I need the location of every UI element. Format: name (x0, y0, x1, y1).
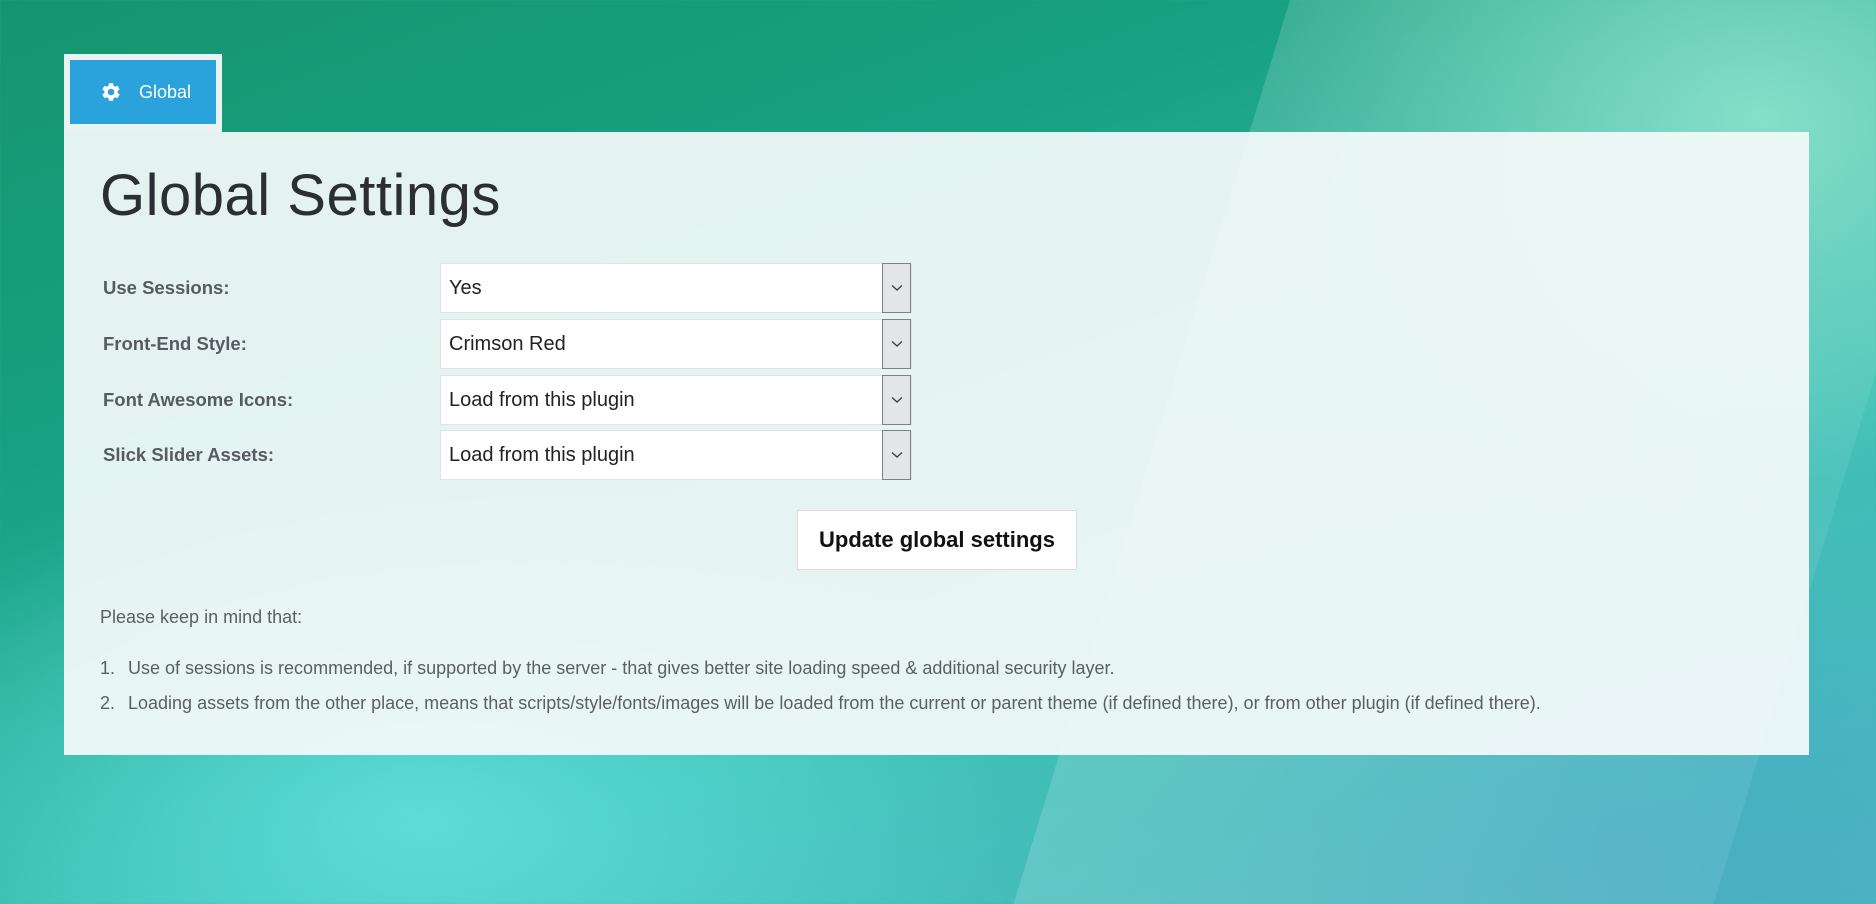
font-awesome-icons-label: Font Awesome Icons: (103, 389, 294, 410)
gear-icon (102, 83, 120, 101)
use-sessions-select[interactable]: Yes (440, 263, 912, 313)
list-item: 2. Loading assets from the other place, … (100, 686, 1541, 721)
front-end-style-row: Front-End Style: Crimson Red (103, 319, 912, 369)
slick-slider-assets-row: Slick Slider Assets: Load from this plug… (103, 430, 912, 480)
tab-global-label: Global (139, 81, 192, 102)
notes-list: 1. Use of sessions is recommended, if su… (100, 651, 1541, 721)
settings-panel: Global Settings Use Sessions: Yes Front-… (64, 132, 1809, 755)
note-intro: Please keep in mind that: (100, 607, 303, 627)
page-title: Global Settings (100, 163, 501, 228)
font-awesome-icons-select[interactable]: Load from this plugin (440, 375, 912, 425)
slick-slider-assets-value: Load from this plugin (449, 443, 635, 466)
chevron-down-icon[interactable] (882, 430, 911, 480)
chevron-down-icon[interactable] (882, 375, 911, 425)
chevron-down-icon[interactable] (882, 319, 911, 369)
list-item: 1. Use of sessions is recommended, if su… (100, 651, 1541, 686)
use-sessions-value: Yes (449, 276, 482, 299)
tab-bar: Global (64, 54, 222, 132)
font-awesome-icons-value: Load from this plugin (449, 388, 635, 411)
slick-slider-assets-select[interactable]: Load from this plugin (440, 430, 912, 480)
front-end-style-label: Front-End Style: (103, 333, 247, 354)
use-sessions-row: Use Sessions: Yes (103, 263, 912, 313)
list-item-text: Use of sessions is recommended, if suppo… (128, 658, 1115, 678)
list-item-number: 2. (100, 693, 116, 713)
use-sessions-label: Use Sessions: (103, 277, 230, 298)
front-end-style-select[interactable]: Crimson Red (440, 319, 912, 369)
chevron-down-icon[interactable] (882, 263, 911, 313)
slick-slider-assets-label: Slick Slider Assets: (103, 444, 275, 465)
tab-global[interactable]: Global (70, 60, 216, 124)
front-end-style-value: Crimson Red (449, 332, 566, 355)
list-item-text: Loading assets from the other place, mea… (128, 693, 1541, 713)
font-awesome-icons-row: Font Awesome Icons: Load from this plugi… (103, 375, 912, 425)
update-global-settings-button[interactable]: Update global settings (797, 510, 1077, 570)
list-item-number: 1. (100, 658, 116, 678)
